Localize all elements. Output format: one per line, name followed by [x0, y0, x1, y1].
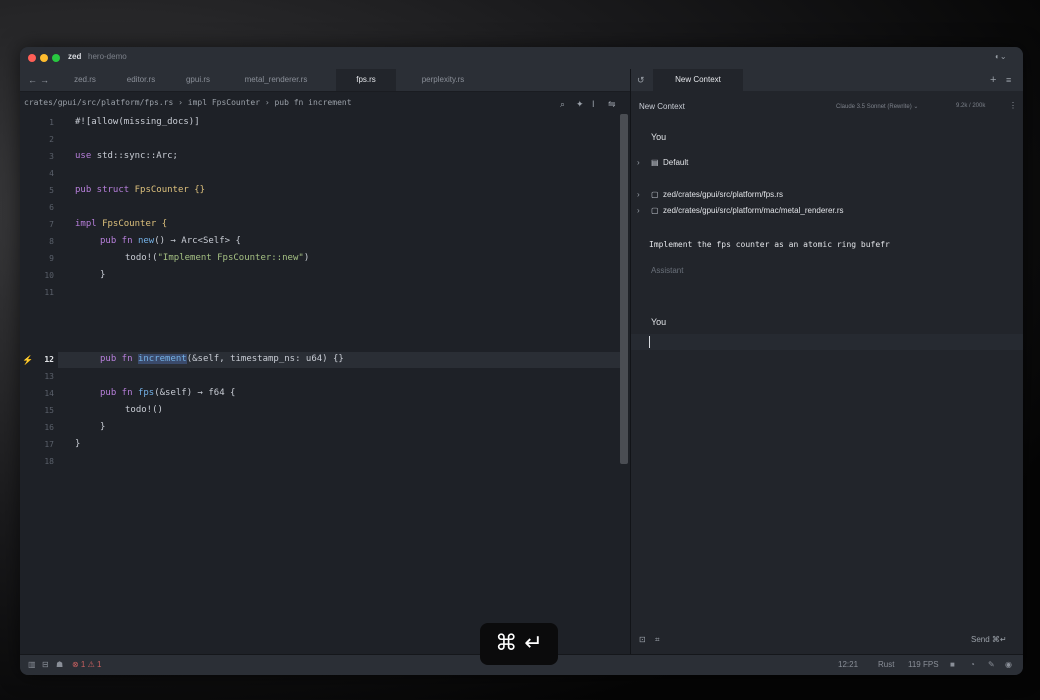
forward-arrow-icon[interactable]: →: [40, 75, 49, 85]
tab-bar: ← → zed.rs editor.rs gpui.rs metal_rende…: [20, 69, 1023, 92]
code-line-8: pub fn new() → Arc<Self> {: [100, 236, 241, 246]
token-count: 9.2k / 200k: [956, 103, 986, 109]
assistant-label: Assistant: [651, 266, 684, 275]
close-window-button[interactable]: [28, 54, 36, 62]
feedback-icon[interactable]: ◉: [1005, 660, 1012, 669]
text-cursor: [649, 336, 650, 348]
file-icon: ▢: [651, 206, 659, 215]
tab-perplexity-rs[interactable]: perplexity.rs: [398, 69, 488, 91]
chevron-right-icon[interactable]: ›: [637, 206, 640, 215]
tab-fps-rs[interactable]: fps.rs: [336, 69, 396, 91]
code-line-9: todo!("Implement FpsCounter::new"): [125, 253, 310, 263]
send-button[interactable]: Send ⌘↵: [971, 635, 1007, 644]
tab-new-context[interactable]: New Context: [653, 69, 743, 91]
code-line-14: pub fn fps(&self) → f64 {: [100, 388, 236, 398]
project-panel-icon[interactable]: ▥: [28, 660, 36, 669]
tab-zed-rs[interactable]: zed.rs: [60, 69, 110, 91]
message-input[interactable]: [631, 334, 1023, 350]
cursor-position[interactable]: 12:21: [838, 660, 858, 669]
assistant-icon[interactable]: ✎: [988, 660, 995, 669]
project-name[interactable]: hero-demo: [88, 52, 127, 61]
code-line-16: }: [100, 422, 106, 432]
code-line-7: impl FpsCounter {: [75, 219, 168, 229]
code-line-1: #![allow(missing_docs)]: [75, 117, 200, 127]
cursor-icon[interactable]: I: [592, 99, 595, 109]
context-file-fps[interactable]: zed/crates/gpui/src/platform/fps.rs: [663, 190, 783, 199]
user-label: You: [651, 132, 667, 142]
context-title: New Context: [639, 102, 685, 111]
line-number: 11: [44, 288, 54, 297]
line-number: 17: [44, 440, 54, 449]
fps-indicator: 119 FPS: [908, 660, 939, 669]
line-number: 1: [49, 118, 54, 127]
line-number: 2: [49, 135, 54, 144]
code-line-12: pub fn increment(&self, timestamp_ns: u6…: [100, 354, 344, 364]
code-line-15: todo!(): [125, 405, 163, 415]
settings-icon[interactable]: ⇋: [608, 99, 616, 110]
tab-gpui-rs[interactable]: gpui.rs: [172, 69, 224, 91]
line-number: 10: [44, 271, 54, 280]
chevron-right-icon[interactable]: ›: [637, 190, 640, 199]
slash-commands-icon[interactable]: ⌗: [655, 635, 660, 645]
code-editor[interactable]: 1 2 3 4 5 6 7 8 9 10 11 12 13 14 15 16 1…: [20, 114, 628, 654]
line-number: 18: [44, 457, 54, 466]
zed-window: zed hero-demo ◐⌄ ← → zed.rs editor.rs gp…: [20, 47, 1023, 675]
line-number: 5: [49, 186, 54, 195]
bell-icon[interactable]: ◔: [970, 660, 975, 669]
user-label-2: You: [651, 317, 667, 327]
git-panel-icon[interactable]: ⊟: [42, 660, 49, 669]
minimize-window-button[interactable]: [40, 54, 48, 62]
line-number: 4: [49, 169, 54, 178]
line-number: 13: [44, 372, 54, 381]
lightning-icon[interactable]: ⚡: [22, 355, 33, 366]
line-number: 15: [44, 406, 54, 415]
maximize-window-button[interactable]: [52, 54, 60, 62]
editor-scrollbar[interactable]: [620, 114, 628, 464]
menu-icon[interactable]: ≡: [1006, 75, 1011, 85]
line-number: 16: [44, 423, 54, 432]
tab-metal-renderer-rs[interactable]: metal_renderer.rs: [226, 69, 326, 91]
default-prompt[interactable]: Default: [663, 158, 688, 167]
keyboard-shortcut-overlay: ⌘ ↵: [480, 623, 558, 665]
context-file-metal-renderer[interactable]: zed/crates/gpui/src/platform/mac/metal_r…: [663, 206, 844, 215]
collab-icon[interactable]: ☗: [56, 660, 63, 669]
assistant-panel: New Context Claude 3.5 Sonnet (Rewrite) …: [631, 91, 1023, 654]
line-number: 14: [44, 389, 54, 398]
attach-icon[interactable]: ⊡: [639, 635, 646, 644]
default-prompt-icon: ▤: [651, 158, 659, 167]
language-selector[interactable]: Rust: [878, 660, 894, 669]
code-line-5: pub struct FpsCounter {}: [75, 185, 206, 195]
tab-editor-rs[interactable]: editor.rs: [112, 69, 170, 91]
diagnostics-indicator[interactable]: ⊗ 1 ⚠ 1: [72, 660, 101, 669]
chevron-right-icon[interactable]: ›: [637, 158, 640, 167]
line-number: 7: [49, 220, 54, 229]
back-arrow-icon[interactable]: ←: [28, 75, 37, 85]
app-name[interactable]: zed: [68, 52, 81, 61]
breadcrumb[interactable]: crates/gpui/src/platform/fps.rs › impl F…: [20, 92, 634, 114]
line-number: 6: [49, 203, 54, 212]
line-number: 9: [49, 254, 54, 263]
code-line-17: }: [75, 439, 81, 449]
history-icon[interactable]: ↺: [637, 75, 645, 86]
plus-icon[interactable]: +: [990, 74, 996, 86]
user-avatar-icon[interactable]: ◐⌄: [995, 52, 1007, 61]
line-number: 8: [49, 237, 54, 246]
terminal-icon[interactable]: ■: [950, 660, 955, 669]
code-line-3: use std::sync::Arc;: [75, 151, 178, 161]
more-options-icon[interactable]: ⋮: [1009, 101, 1017, 110]
file-icon: ▢: [651, 190, 659, 199]
title-bar: zed hero-demo ◐⌄: [20, 47, 1023, 69]
sparkle-icon[interactable]: ✦: [576, 99, 584, 110]
search-icon[interactable]: ⌕: [560, 99, 565, 110]
model-selector[interactable]: Claude 3.5 Sonnet (Rewrite) ⌄: [836, 103, 918, 110]
code-line-10: }: [100, 270, 106, 280]
line-number: 3: [49, 152, 54, 161]
user-prompt: Implement the fps counter as an atomic r…: [649, 240, 890, 249]
